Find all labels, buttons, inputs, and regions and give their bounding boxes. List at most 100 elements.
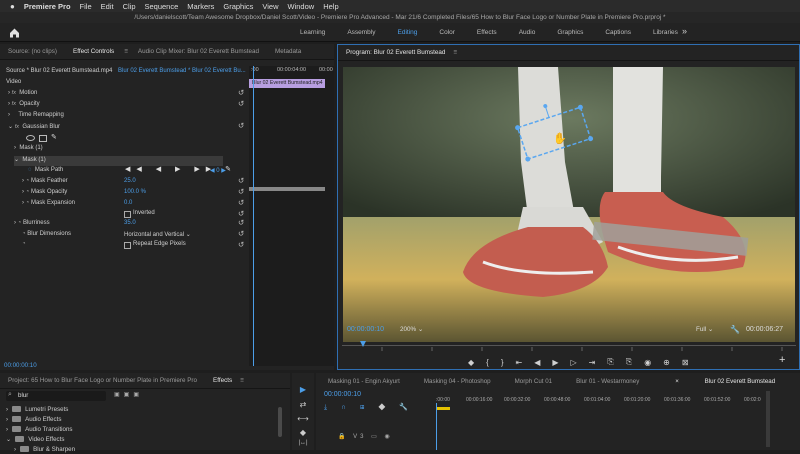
home-icon[interactable]: [8, 26, 21, 39]
tab-source[interactable]: Source: (no clips): [0, 48, 65, 55]
tab-effect-controls[interactable]: Effect Controls: [65, 48, 122, 55]
panel-menu-icon[interactable]: ≡: [789, 378, 800, 385]
rectangle-mask-icon[interactable]: [39, 135, 47, 142]
effect-opacity[interactable]: › fx Opacity: [8, 101, 40, 111]
inverted-checkbox[interactable]: [124, 211, 131, 218]
panel-menu-icon[interactable]: ≡: [240, 377, 244, 384]
workspace-graphics[interactable]: Graphics: [557, 29, 583, 36]
menu-sequence[interactable]: Sequence: [145, 2, 179, 11]
menu-window[interactable]: Window: [288, 2, 315, 11]
effect-time-remapping[interactable]: › Time Remapping: [8, 112, 64, 122]
keyframe-nav[interactable]: ◀ 0 ▶: [210, 167, 226, 174]
play-button[interactable]: ▶: [552, 358, 558, 367]
effect-controls-timecode[interactable]: 00:00:00:10: [4, 362, 37, 369]
reset-icon[interactable]: ↺: [238, 88, 244, 97]
scrollbar[interactable]: [278, 407, 282, 437]
tab-project[interactable]: Project: 65 How to Blur Face Logo or Num…: [0, 377, 205, 384]
app-menu[interactable]: Premiere Pro: [24, 2, 71, 11]
list-item[interactable]: › Audio Transitions: [6, 424, 73, 434]
menu-view[interactable]: View: [262, 2, 278, 11]
timeline-playhead[interactable]: [436, 403, 437, 450]
monitor-time-ruler[interactable]: [342, 341, 796, 351]
video-frame[interactable]: ✋: [343, 67, 795, 342]
workspace-color[interactable]: Color: [439, 29, 455, 36]
mask-1-collapsed[interactable]: › Mask (1): [14, 145, 43, 155]
step-back-button[interactable]: ◀: [534, 358, 540, 367]
menu-edit[interactable]: Edit: [101, 2, 114, 11]
effect-filter-icons[interactable]: ▣▣▣: [114, 391, 143, 398]
selection-tool-icon[interactable]: ▶: [297, 385, 309, 397]
mask-expansion-value[interactable]: 0.0: [124, 200, 132, 210]
tab-sequence-masking-04[interactable]: Masking 04 - Photoshop: [412, 378, 503, 385]
workspace-effects[interactable]: Effects: [477, 29, 497, 36]
workspace-libraries[interactable]: Libraries: [653, 29, 678, 36]
add-marker-button[interactable]: ◆: [468, 358, 474, 367]
effect-gaussian-blur[interactable]: ⌄ fx Gaussian Blur: [8, 123, 60, 133]
tab-effects[interactable]: Effects: [205, 377, 240, 384]
go-to-in-button[interactable]: ⇤: [516, 358, 523, 367]
slip-tool-icon[interactable]: |↔|: [297, 440, 309, 452]
repeat-edge-checkbox[interactable]: [124, 242, 131, 249]
reset-icon[interactable]: ↺: [238, 229, 244, 238]
menu-clip[interactable]: Clip: [123, 2, 136, 11]
menu-help[interactable]: Help: [323, 2, 338, 11]
reset-icon[interactable]: ↺: [238, 209, 244, 218]
mark-in-button[interactable]: {: [486, 358, 489, 367]
menu-graphics[interactable]: Graphics: [223, 2, 253, 11]
pen-mask-icon[interactable]: ✎: [51, 133, 57, 141]
effect-motion[interactable]: › fx Motion: [8, 90, 37, 100]
button-editor-icon[interactable]: +: [779, 354, 785, 366]
go-to-out-button[interactable]: ⇥: [589, 358, 596, 367]
wrench-icon[interactable]: 🔧: [730, 325, 740, 334]
mask-opacity-value[interactable]: 100.0 %: [124, 189, 146, 199]
workspace-audio[interactable]: Audio: [519, 29, 536, 36]
ec-playhead[interactable]: [253, 66, 254, 366]
close-icon[interactable]: ×: [663, 378, 691, 385]
ellipse-mask-icon[interactable]: [26, 135, 35, 141]
target-sequence-select[interactable]: Blur 02 Everett Bumstead * Blur 02 Evere…: [118, 68, 246, 78]
scrollbar[interactable]: [766, 391, 770, 447]
workspace-assembly[interactable]: Assembly: [347, 29, 375, 36]
track-select-tool-icon[interactable]: ⇄: [297, 400, 309, 412]
panel-menu-icon[interactable]: ≡: [453, 49, 457, 56]
effect-controls-timeline[interactable]: :00 00:00:04:00 00:00 Blur 02 Everett Bu…: [249, 66, 334, 366]
work-area-bar[interactable]: [436, 407, 450, 410]
workspace-captions[interactable]: Captions: [605, 29, 631, 36]
reset-icon[interactable]: ↺: [238, 99, 244, 108]
lift-button[interactable]: ⎘: [607, 357, 613, 367]
blurriness-value[interactable]: 35.0: [124, 220, 136, 230]
reset-icon[interactable]: ↺: [238, 176, 244, 185]
panel-menu-icon[interactable]: ≡: [122, 48, 130, 55]
menu-markers[interactable]: Markers: [187, 2, 214, 11]
extract-button[interactable]: ⎘: [626, 357, 632, 367]
zoom-select[interactable]: 200% ⌄: [400, 326, 423, 333]
safe-margins-button[interactable]: ⊠: [682, 358, 689, 367]
timeline-tool-icons[interactable]: ⤓ ∩ ⊞ ◆ 🔧: [324, 403, 414, 412]
mark-out-button[interactable]: }: [501, 358, 504, 367]
list-item[interactable]: ⌄ Video Effects: [6, 434, 64, 444]
reset-icon[interactable]: ↺: [238, 198, 244, 207]
reset-icon[interactable]: ↺: [238, 121, 244, 130]
reset-icon[interactable]: ↺: [238, 240, 244, 249]
playhead-timecode[interactable]: 00:00:00:10: [347, 326, 384, 333]
repeat-edge-stopwatch-icon[interactable]: ◔: [22, 241, 26, 251]
effects-search-field[interactable]: ⌕ blur: [6, 391, 106, 401]
source-clip-select[interactable]: Source * Blur 02 Everett Bumstead.mp4: [6, 68, 112, 78]
tab-sequence-blur-01[interactable]: Blur 01 - Westarmoney: [564, 378, 651, 385]
tab-program[interactable]: Program: Blur 02 Everett Bumstead: [338, 49, 453, 56]
comparison-view-button[interactable]: ⊕: [663, 358, 670, 367]
step-forward-button[interactable]: ▷: [571, 358, 577, 367]
timeline-ruler[interactable]: :00:00 00:00:16:00 00:00:32:00 00:00:48:…: [434, 397, 774, 407]
reset-icon[interactable]: ↺: [238, 187, 244, 196]
menu-file[interactable]: File: [80, 2, 92, 11]
apple-icon[interactable]: ●: [10, 2, 15, 11]
resolution-select[interactable]: Full ⌄: [696, 326, 713, 333]
export-frame-button[interactable]: ◉: [644, 358, 651, 367]
ripple-edit-tool-icon[interactable]: ⟷: [297, 414, 309, 426]
effect-clip-bar[interactable]: Blur 02 Everett Bumstead.mp4: [249, 79, 325, 88]
mask-feather-value[interactable]: 25.0: [124, 178, 136, 188]
tab-sequence-blur-02[interactable]: × Blur 02 Everett Bumstead ≡: [651, 378, 800, 385]
reset-icon[interactable]: ↺: [238, 218, 244, 227]
list-item[interactable]: › Lumetri Presets: [6, 404, 68, 414]
razor-tool-icon[interactable]: ◆: [297, 428, 309, 440]
